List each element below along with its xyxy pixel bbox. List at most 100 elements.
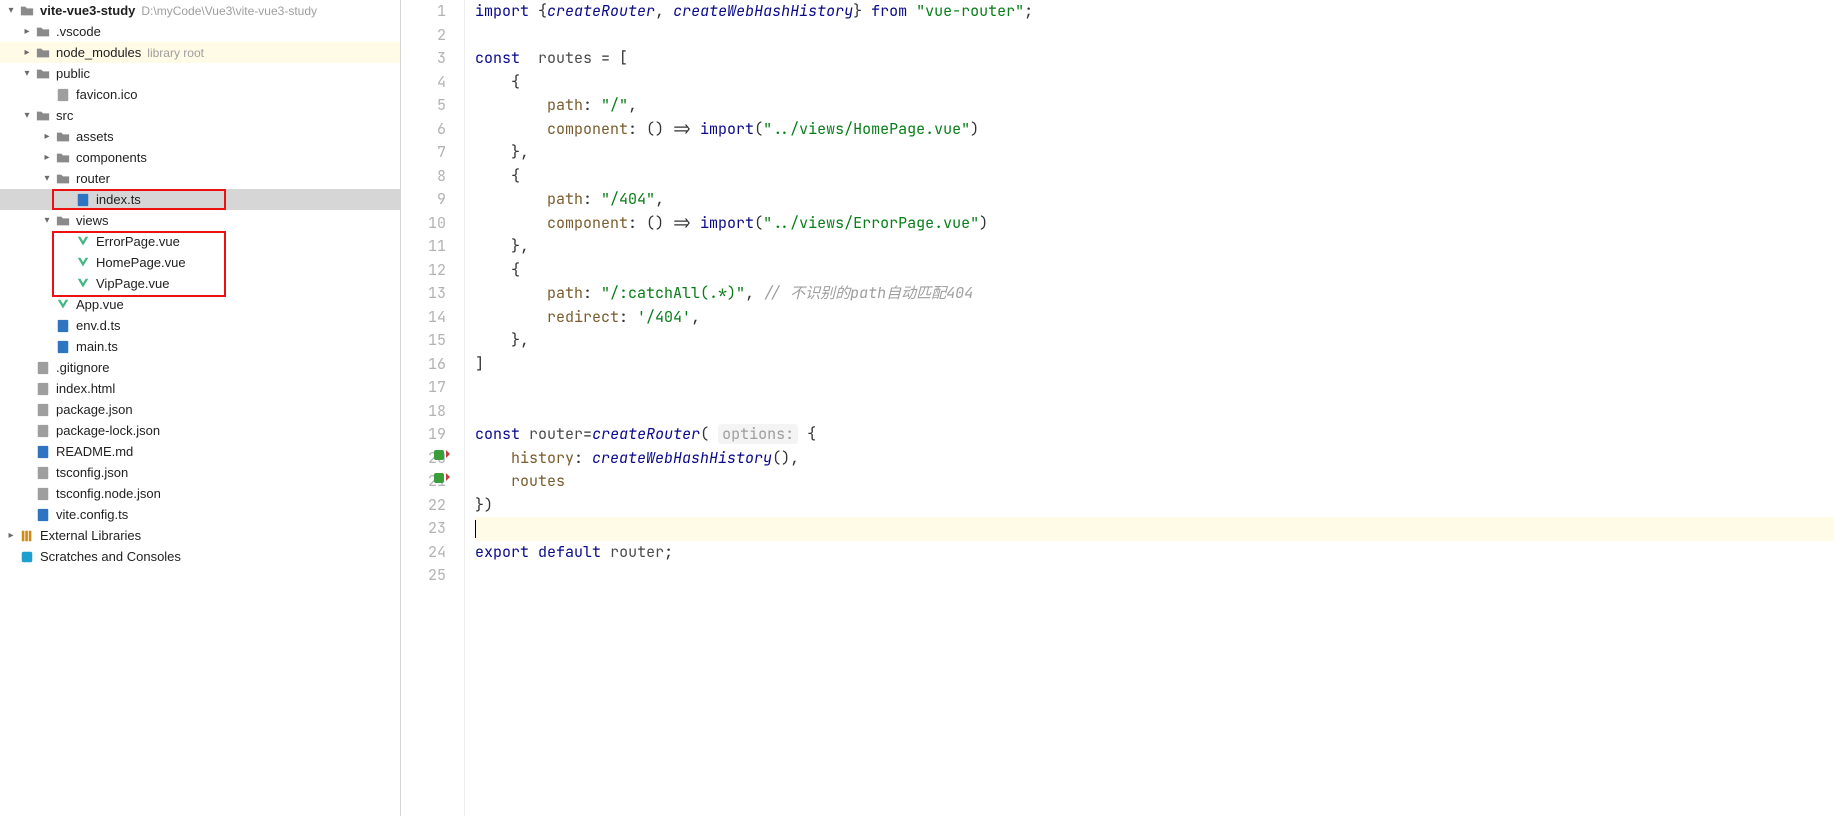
vue-file-icon [54,298,72,312]
line-number: 24 [401,541,446,565]
code-line[interactable] [475,400,1834,424]
line-number: 4 [401,71,446,95]
tree-item-readme[interactable]: ▸ README.md [0,441,400,462]
project-name: vite-vue3-study [40,3,135,18]
line-number-gutter: 1 2 3 4 5 6 7 8 9 10 11 12 13 14 15 16 1… [401,0,465,816]
chevron-down-icon: ▾ [4,5,18,16]
code-line-current[interactable] [475,517,1834,541]
tree-item-components[interactable]: ▸ components [0,147,400,168]
code-line[interactable]: import {createRouter, createWebHashHisto… [475,0,1834,24]
code-line[interactable]: history: createWebHashHistory(), [475,447,1834,471]
chevron-down-icon: ▾ [20,110,34,121]
code-line[interactable]: }, [475,141,1834,165]
md-file-icon [34,445,52,459]
tree-item-vscode[interactable]: ▸ .vscode [0,21,400,42]
folder-icon [54,214,72,228]
tree-item-label: Scratches and Consoles [40,549,181,564]
tree-item-label: HomePage.vue [96,255,186,270]
tree-item-public[interactable]: ▾ public [0,63,400,84]
tree-item-tsconfig[interactable]: ▸ tsconfig.json [0,462,400,483]
code-line[interactable] [475,376,1834,400]
code-line[interactable]: export default router; [475,541,1834,565]
json-file-icon [34,466,52,480]
code-line[interactable]: }, [475,329,1834,353]
code-line[interactable]: { [475,165,1834,189]
code-line[interactable]: component: () => import("../views/HomePa… [475,118,1834,142]
tree-item-gitignore[interactable]: ▸ .gitignore [0,357,400,378]
project-path: D:\myCode\Vue3\vite-vue3-study [141,4,317,18]
tree-item-homepage[interactable]: ▸ HomePage.vue [0,252,400,273]
code-line[interactable]: { [475,259,1834,283]
code-content[interactable]: import {createRouter, createWebHashHisto… [471,0,1834,816]
code-line[interactable]: path: "/:catchAll(.*)", // 不识别的path自动匹配4… [475,282,1834,306]
tree-item-label: tsconfig.node.json [56,486,161,501]
tree-item-label: package.json [56,402,133,417]
caret-icon [475,520,476,538]
tree-item-package-lock[interactable]: ▸ package-lock.json [0,420,400,441]
tree-item-main-ts[interactable]: ▸ main.ts [0,336,400,357]
tree-item-label: ErrorPage.vue [96,234,180,249]
tree-item-label: App.vue [76,297,124,312]
tree-item-vite-config[interactable]: ▸ vite.config.ts [0,504,400,525]
chevron-down-icon: ▾ [20,68,34,79]
tree-item-errorpage[interactable]: ▸ ErrorPage.vue [0,231,400,252]
tree-item-views[interactable]: ▾ views [0,210,400,231]
tree-item-router[interactable]: ▾ router [0,168,400,189]
tree-item-package-json[interactable]: ▸ package.json [0,399,400,420]
json-file-icon [34,487,52,501]
folder-icon [34,25,52,39]
folder-icon [34,46,52,60]
tree-item-vippage[interactable]: ▸ VipPage.vue [0,273,400,294]
tree-item-external-libraries[interactable]: ▸ External Libraries [0,525,400,546]
code-line[interactable]: }, [475,235,1834,259]
file-icon [34,361,52,375]
tree-item-label: vite.config.ts [56,507,128,522]
tree-item-tsconfig-node[interactable]: ▸ tsconfig.node.json [0,483,400,504]
code-line[interactable]: { [475,71,1834,95]
tree-root[interactable]: ▾ vite-vue3-study D:\myCode\Vue3\vite-vu… [0,0,400,21]
code-line[interactable]: redirect: '/404', [475,306,1834,330]
code-line[interactable]: ] [475,353,1834,377]
project-tree[interactable]: ▾ vite-vue3-study D:\myCode\Vue3\vite-vu… [0,0,401,816]
tree-item-label: env.d.ts [76,318,121,333]
json-file-icon [34,403,52,417]
tree-item-label: VipPage.vue [96,276,170,291]
line-number: 15 [401,329,446,353]
tree-item-label: router [76,171,110,186]
folder-icon [54,172,72,186]
code-line[interactable]: path: "/404", [475,188,1834,212]
line-number: 11 [401,235,446,259]
tree-item-index-ts[interactable]: ▸ index.ts [0,189,400,210]
tree-item-favicon[interactable]: ▸ favicon.ico [0,84,400,105]
tree-item-index-html[interactable]: ▸ index.html [0,378,400,399]
line-number: 25 [401,564,446,588]
file-icon [54,88,72,102]
libraries-icon [18,529,36,543]
tree-item-label: public [56,66,90,81]
code-line[interactable] [475,24,1834,48]
tree-item-scratches[interactable]: ▸ Scratches and Consoles [0,546,400,567]
code-line[interactable]: const routes = [ [475,47,1834,71]
code-line[interactable]: path: "/", [475,94,1834,118]
tree-item-app-vue[interactable]: ▸ App.vue [0,294,400,315]
chevron-right-icon: ▸ [20,26,34,37]
vue-file-icon [74,277,92,291]
ts-file-icon [74,193,92,207]
line-number: 20 [401,447,446,471]
tree-item-assets[interactable]: ▸ assets [0,126,400,147]
line-number: 5 [401,94,446,118]
code-editor[interactable]: 1 2 3 4 5 6 7 8 9 10 11 12 13 14 15 16 1… [401,0,1834,816]
folder-icon [18,4,36,18]
tree-item-env-d-ts[interactable]: ▸ env.d.ts [0,315,400,336]
code-line[interactable]: component: () => import("../views/ErrorP… [475,212,1834,236]
code-line[interactable] [475,564,1834,588]
ts-file-icon [34,508,52,522]
code-line[interactable]: }) [475,494,1834,518]
chevron-right-icon: ▸ [40,131,54,142]
tree-item-node-modules[interactable]: ▸ node_modules library root [0,42,400,63]
tree-item-src[interactable]: ▾ src [0,105,400,126]
change-marker-icon [434,450,444,460]
code-line[interactable]: const router=createRouter( options: { [475,423,1834,447]
code-line[interactable]: routes [475,470,1834,494]
change-marker-icon [434,473,444,483]
